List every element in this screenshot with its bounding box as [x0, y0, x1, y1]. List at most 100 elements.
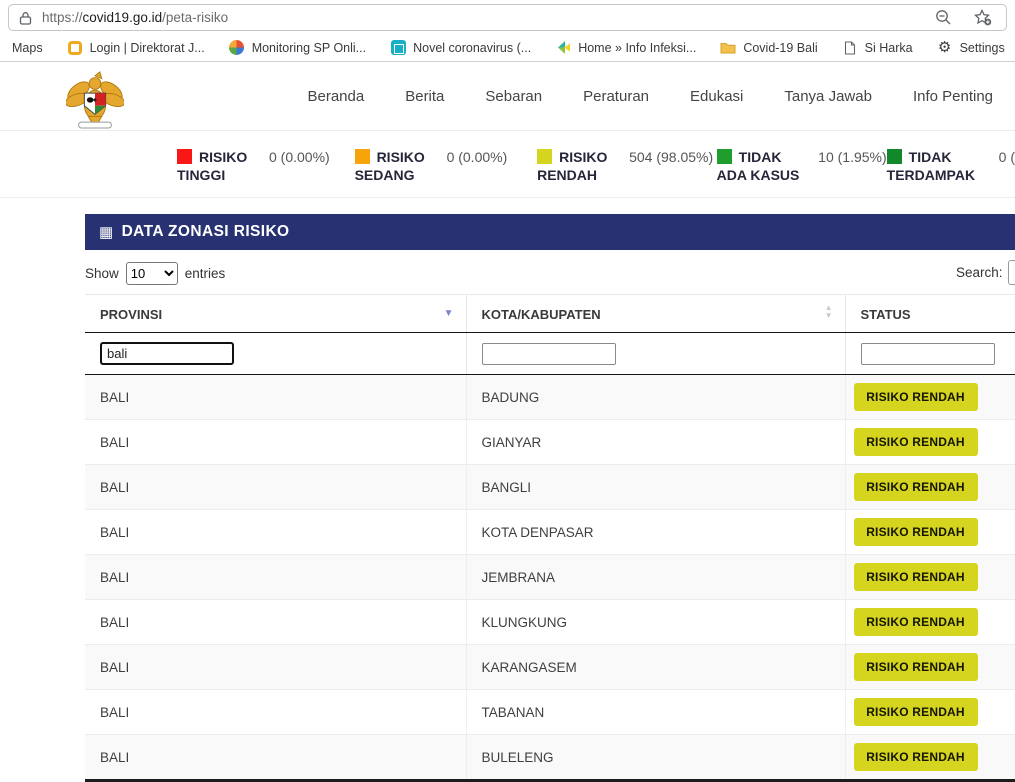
search-input[interactable] [1008, 260, 1015, 285]
legend-label: TIDAK TERDAMPAK [887, 148, 985, 184]
status-badge: RISIKO RENDAH [854, 518, 978, 546]
cell-status: RISIKO RENDAH [845, 735, 1015, 781]
sort-both-icon: ▲ ▼ [825, 304, 833, 320]
legend-value: 0 (0.00%) [447, 148, 508, 166]
lock-icon[interactable] [19, 11, 32, 25]
search-label: Search: [956, 265, 1003, 280]
status-badge: RISIKO RENDAH [854, 698, 978, 726]
cell-kota: BANGLI [466, 465, 845, 510]
bookmark-label: Settings [960, 41, 1005, 55]
nav-sebaran[interactable]: Sebaran [485, 88, 542, 105]
table-grid-icon: ▦ [99, 223, 114, 241]
legend-tidak-terdampak: TIDAK TERDAMPAK 0 ( [887, 148, 1015, 184]
site-nav: Beranda Berita Sebaran Peraturan Edukasi… [308, 62, 994, 130]
cell-provinsi: BALI [85, 420, 466, 465]
folder-icon [720, 40, 736, 56]
bookmark-label: Si Harka [865, 41, 913, 55]
gold-square-icon [67, 40, 83, 56]
nav-info-penting[interactable]: Info Penting [913, 88, 993, 105]
legend-value: 504 (98.05%) [629, 148, 713, 166]
show-label: Show [85, 266, 119, 281]
bookmark-label: Covid-19 Bali [743, 41, 817, 55]
table-row: BALI KLUNGKUNG RISIKO RENDAH [85, 600, 1015, 645]
cell-status: RISIKO RENDAH [845, 690, 1015, 735]
dark-green-swatch-icon [887, 149, 902, 164]
panel-title: DATA ZONASI RISIKO [122, 223, 290, 241]
url-text[interactable]: https://covid19.go.id/peta-risiko [42, 10, 935, 25]
browser-chrome: https://covid19.go.id/peta-risiko Maps L… [0, 0, 1015, 62]
bookmark-covid19-bali-folder[interactable]: Covid-19 Bali [708, 40, 829, 56]
url-scheme: https:// [42, 10, 83, 25]
cell-kota: KARANGASEM [466, 645, 845, 690]
legend-value: 0 (0.00%) [269, 148, 330, 166]
nav-peraturan[interactable]: Peraturan [583, 88, 649, 105]
column-header-provinsi[interactable]: PROVINSI ▼ [85, 295, 466, 333]
address-bar-row: https://covid19.go.id/peta-risiko [0, 0, 1015, 34]
cell-kota: KOTA DENPASAR [466, 510, 845, 555]
bookmark-settings[interactable]: ⚙ Settings [925, 40, 1015, 56]
yellow-swatch-icon [537, 149, 552, 164]
share-arrows-icon [555, 40, 571, 56]
cell-kota: KLUNGKUNG [466, 600, 845, 645]
garuda-pancasila-logo-icon[interactable] [66, 64, 124, 137]
bookmark-label: Login | Direktorat J... [90, 41, 205, 55]
kota-filter-input[interactable] [482, 343, 616, 365]
provinsi-filter-input[interactable] [100, 342, 234, 365]
legend-tidak-ada-kasus: TIDAK ADA KASUS 10 (1.95%) [717, 148, 887, 184]
nav-tanya-jawab[interactable]: Tanya Jawab [784, 88, 872, 105]
legend-risiko-tinggi: RISIKO TINGGI 0 (0.00%) [177, 148, 355, 184]
url-path: /peta-risiko [162, 10, 228, 25]
address-bar[interactable]: https://covid19.go.id/peta-risiko [8, 4, 1007, 31]
column-header-status[interactable]: STATUS [845, 295, 1015, 333]
zoom-out-icon[interactable] [935, 9, 952, 26]
column-header-kota-kabupaten[interactable]: KOTA/KABUPATEN ▲ ▼ [466, 295, 845, 333]
cell-kota: JEMBRANA [466, 555, 845, 600]
nav-berita[interactable]: Berita [405, 88, 444, 105]
bookmark-si-harka[interactable]: Si Harka [830, 40, 925, 56]
table-row: BALI GIANYAR RISIKO RENDAH [85, 420, 1015, 465]
entries-label: entries [185, 266, 226, 281]
panel-title-bar: ▦ DATA ZONASI RISIKO [85, 214, 1015, 250]
bookmark-novel-coronavirus[interactable]: Novel coronavirus (... [378, 40, 543, 56]
cell-provinsi: BALI [85, 600, 466, 645]
entries-select[interactable]: 10 [126, 262, 178, 285]
nav-beranda[interactable]: Beranda [308, 88, 365, 105]
table-row: BALI JEMBRANA RISIKO RENDAH [85, 555, 1015, 600]
green-swatch-icon [717, 149, 732, 164]
orange-swatch-icon [355, 149, 370, 164]
status-badge: RISIKO RENDAH [854, 563, 978, 591]
cell-kota: BADUNG [466, 375, 845, 420]
table-row: BALI BANGLI RISIKO RENDAH [85, 465, 1015, 510]
table-controls: Show 10 entries Search: [85, 262, 1015, 288]
bookmark-home-info-infeksi[interactable]: Home » Info Infeksi... [543, 40, 708, 56]
cell-status: RISIKO RENDAH [845, 465, 1015, 510]
status-filter-input[interactable] [861, 343, 995, 365]
bookmark-label: Novel coronavirus (... [413, 41, 531, 55]
bookmark-login-direktorat[interactable]: Login | Direktorat J... [55, 40, 217, 56]
table-row: BALI KOTA DENPASAR RISIKO RENDAH [85, 510, 1015, 555]
zonasi-risiko-table: PROVINSI ▼ KOTA/KABUPATEN ▲ ▼ STATUS [85, 294, 1015, 782]
bookmarks-bar: Maps Login | Direktorat J... Monitoring … [0, 34, 1015, 61]
cell-status: RISIKO RENDAH [845, 375, 1015, 420]
status-badge: RISIKO RENDAH [854, 608, 978, 636]
table-row: BALI BULELENG RISIKO RENDAH [85, 735, 1015, 781]
status-badge: RISIKO RENDAH [854, 383, 978, 411]
url-domain: covid19.go.id [83, 10, 163, 25]
cell-provinsi: BALI [85, 555, 466, 600]
legend-label: TIDAK ADA KASUS [717, 148, 805, 184]
bookmark-label: Home » Info Infeksi... [578, 41, 696, 55]
legend-risiko-sedang: RISIKO SEDANG 0 (0.00%) [355, 148, 538, 184]
pinwheel-icon [229, 40, 245, 56]
cell-provinsi: BALI [85, 690, 466, 735]
cell-status: RISIKO RENDAH [845, 555, 1015, 600]
bookmark-monitoring-sp[interactable]: Monitoring SP Onli... [217, 40, 378, 56]
cell-provinsi: BALI [85, 375, 466, 420]
bookmark-maps[interactable]: Maps [10, 41, 55, 55]
legend-value: 10 (1.95%) [818, 148, 886, 166]
risk-legend: RISIKO TINGGI 0 (0.00%) RISIKO SEDANG 0 … [0, 131, 1015, 198]
nav-edukasi[interactable]: Edukasi [690, 88, 743, 105]
sort-desc-icon: ▼ [444, 308, 454, 319]
status-badge: RISIKO RENDAH [854, 653, 978, 681]
add-favorite-star-icon[interactable] [974, 9, 992, 26]
cell-provinsi: BALI [85, 645, 466, 690]
